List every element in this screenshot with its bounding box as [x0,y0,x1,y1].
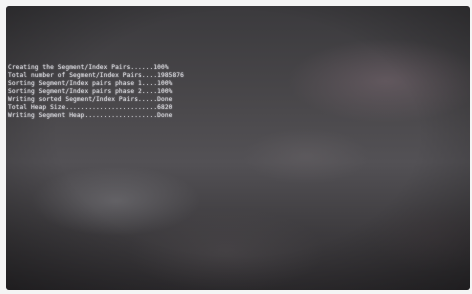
console-line: Sorting Segment/Index pairs phase 2....1… [8,88,173,95]
console-line: Writing Segment Heap...................D… [8,112,173,119]
console-line: Creating the Segment/Index Pairs......10… [8,64,169,71]
photo-frame: Creating the Segment/Index Pairs......10… [0,0,472,294]
console-line: Sorting Segment/Index pairs phase 1....1… [8,80,173,87]
screen-vignette [6,6,470,290]
console-line: Writing sorted Segment/Index Pairs.....D… [8,96,173,103]
console-screen: Creating the Segment/Index Pairs......10… [6,6,470,290]
console-line: Total Heap Size........................6… [8,104,173,111]
console-output: Creating the Segment/Index Pairs......10… [8,64,184,120]
console-line: Total number of Segment/Index Pairs....1… [8,72,184,79]
